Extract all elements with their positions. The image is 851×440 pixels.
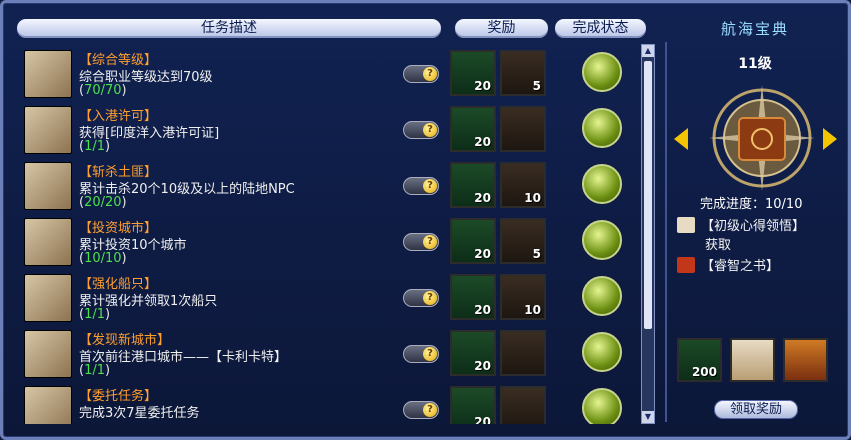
diamond-reward[interactable]: 20: [450, 274, 496, 320]
reward-item: 获取: [705, 238, 732, 253]
scroll-thumb[interactable]: [644, 61, 652, 329]
book-icon: [677, 257, 695, 273]
question-icon: ?: [423, 179, 437, 193]
task-progress: (10/10): [79, 251, 127, 266]
complete-check-icon: [582, 164, 622, 204]
question-icon: ?: [423, 123, 437, 137]
reward-count: 20: [474, 79, 491, 93]
reward-count: 5: [532, 247, 541, 261]
panel-divider: [665, 42, 667, 422]
task-row: 【入港许可】 获得[印度洋入港许可证] (1/1) ? 20: [17, 100, 643, 156]
book-icon[interactable]: [500, 330, 546, 376]
question-icon: ?: [423, 403, 437, 417]
task-row: 【委托任务】 完成3次7星委托任务 ? 20: [17, 380, 643, 424]
complete-check-icon: [582, 220, 622, 260]
reward-count: 20: [474, 415, 491, 424]
telescope-icon: [24, 274, 72, 322]
task-progress: (1/1): [79, 307, 111, 322]
level-text: 11级: [738, 56, 772, 72]
exp-scroll-icon[interactable]: [500, 386, 546, 424]
help-button[interactable]: ?: [403, 121, 439, 139]
help-button[interactable]: ?: [403, 233, 439, 251]
header-task-description: 任务描述: [17, 19, 441, 38]
claim-reward-button[interactable]: 领取奖励: [714, 400, 798, 419]
help-button[interactable]: ?: [403, 289, 439, 307]
reward-count: 20: [474, 191, 491, 205]
manual-icon[interactable]: 10: [500, 274, 546, 320]
header-reward: 奖励: [455, 19, 548, 38]
reward-count: 20: [474, 135, 491, 149]
task-row: 【斩杀土匪】 累计击杀20个10级及以上的陆地NPC (20/20) ? 20 …: [17, 156, 643, 212]
complete-check-icon: [582, 388, 622, 424]
task-progress: (20/20): [79, 195, 127, 210]
scroll-up-icon[interactable]: ▲: [642, 45, 654, 57]
goods-icon: [24, 218, 72, 266]
task-row: 【发现新城市】 首次前往港口城市——【卡利卡特】 (1/1) ? 20: [17, 324, 643, 380]
diamond-reward[interactable]: 20: [450, 330, 496, 376]
task-list-scrollbar[interactable]: ▲ ▼: [641, 44, 655, 424]
swords-shield-icon: [24, 106, 72, 154]
diamond-reward[interactable]: 20: [450, 50, 496, 96]
task-row: 【综合等级】 综合职业等级达到70级 (70/70) ? 20 5: [17, 44, 643, 100]
reward-item: 【睿智之书】: [677, 255, 779, 274]
question-icon: ?: [423, 291, 437, 305]
complete-check-icon: [582, 276, 622, 316]
telescope-icon: [24, 386, 72, 424]
reward-count: 10: [524, 303, 541, 317]
task-progress: (70/70): [79, 83, 127, 98]
question-icon: ?: [423, 67, 437, 81]
telescope-icon: [24, 50, 72, 98]
help-button[interactable]: ?: [403, 401, 439, 419]
question-icon: ?: [423, 347, 437, 361]
reward-count: 20: [474, 359, 491, 373]
reward-count: 20: [474, 303, 491, 317]
help-button[interactable]: ?: [403, 345, 439, 363]
red-book-icon[interactable]: [500, 106, 546, 152]
help-button[interactable]: ?: [403, 177, 439, 195]
question-icon: ?: [423, 235, 437, 249]
task-description: 完成3次7星委托任务: [79, 406, 200, 421]
reward-count: 10: [524, 191, 541, 205]
next-arrow-icon[interactable]: [823, 128, 837, 150]
task-progress: (1/1): [79, 363, 111, 378]
manual-icon[interactable]: [730, 338, 775, 382]
task-row: 【投资城市】 累计投资10个城市 (10/10) ? 20 5: [17, 212, 643, 268]
diamond-reward[interactable]: 20: [450, 162, 496, 208]
task-description: 首次前往港口城市——【卡利卡特】: [79, 350, 288, 365]
telescope-icon: [24, 162, 72, 210]
reward-item: 【初级心得领悟】: [677, 215, 805, 234]
reward-count: 200: [691, 365, 717, 379]
completion-progress: 完成进度：10/10: [700, 197, 803, 212]
diamond-reward[interactable]: 20: [450, 386, 496, 424]
complete-check-icon: [582, 332, 622, 372]
header-status: 完成状态: [555, 19, 646, 38]
panel-title: 航海宝典: [720, 20, 789, 38]
task-row: 【强化船只】 累计强化并领取1次船只 (1/1) ? 20 10: [17, 268, 643, 324]
task-progress: (1/1): [79, 139, 111, 154]
complete-check-icon: [582, 108, 622, 148]
telescope-icon: [24, 330, 72, 378]
help-button[interactable]: ?: [403, 65, 439, 83]
prev-arrow-icon[interactable]: [674, 128, 688, 150]
task-list: 【综合等级】 综合职业等级达到70级 (70/70) ? 20 5 【入港许可】…: [17, 44, 643, 424]
compass-book-icon: [709, 85, 815, 191]
complete-check-icon: [582, 52, 622, 92]
scroll-icon: [677, 217, 695, 233]
exp-scroll-icon[interactable]: [783, 338, 828, 382]
scroll-down-icon[interactable]: ▼: [642, 411, 654, 423]
bandit-icon[interactable]: 10: [500, 162, 546, 208]
diamond-icon[interactable]: 200: [677, 338, 722, 382]
reward-count: 5: [532, 79, 541, 93]
reward-count: 20: [474, 247, 491, 261]
diamond-reward[interactable]: 20: [450, 218, 496, 264]
diamond-reward[interactable]: 20: [450, 106, 496, 152]
scroll-book-icon[interactable]: 5: [500, 50, 546, 96]
spindle-icon[interactable]: 5: [500, 218, 546, 264]
